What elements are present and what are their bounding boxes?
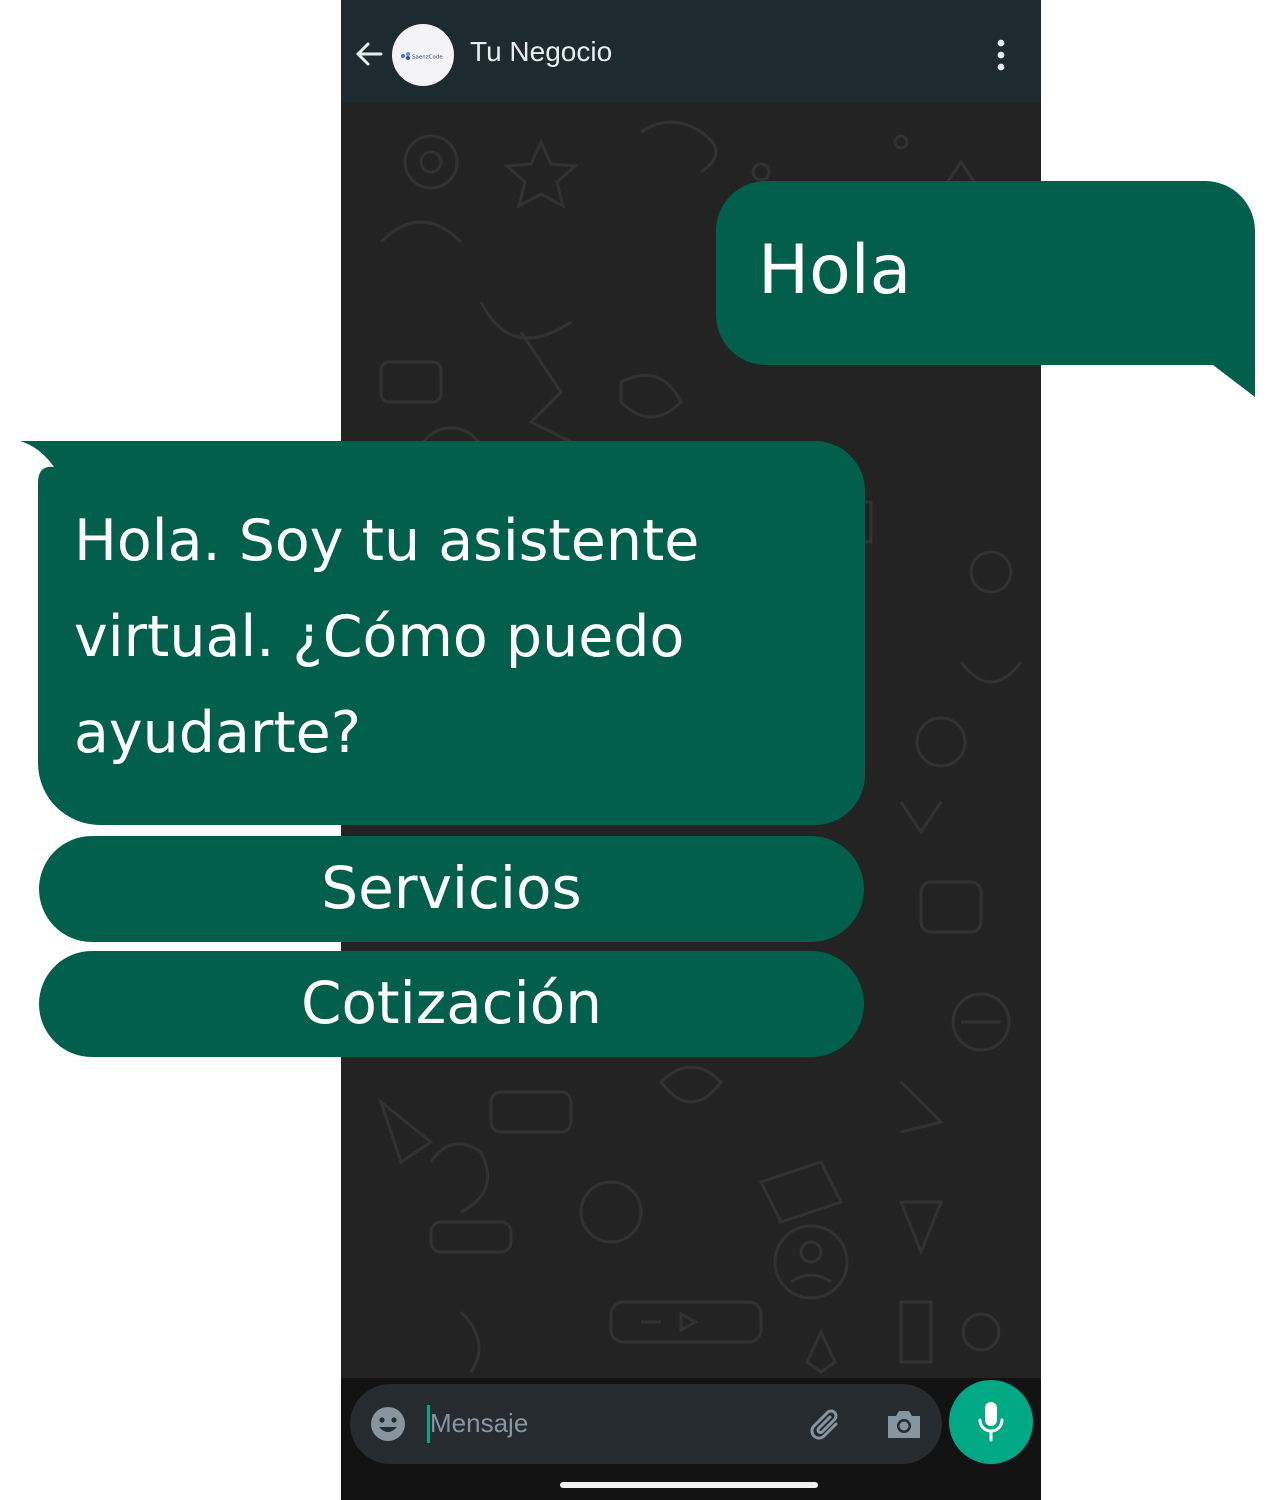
contact-avatar[interactable]: SaenzCode [392, 24, 454, 86]
quick-reply-cotizacion[interactable]: Cotización [39, 951, 864, 1057]
incoming-message-text: Hola. Soy tu asistente virtual. ¿Cómo pu… [74, 508, 700, 766]
home-indicator[interactable] [560, 1482, 818, 1488]
outgoing-message-text: Hola [758, 231, 912, 310]
microphone-icon [978, 1402, 1004, 1442]
incoming-message-bubble: Hola. Soy tu asistente virtual. ¿Cómo pu… [20, 441, 865, 825]
camera-icon[interactable] [884, 1406, 924, 1442]
contact-name[interactable]: Tu Negocio [470, 36, 612, 68]
saenzcode-logo: SaenzCode [401, 52, 443, 61]
emoji-icon[interactable] [369, 1405, 407, 1443]
chat-header: SaenzCode Tu Negocio [341, 0, 1041, 102]
paperclip-icon[interactable] [806, 1404, 846, 1444]
message-input-bar: Mensaje [341, 1378, 1041, 1500]
more-vertical-icon[interactable] [989, 38, 1013, 72]
mic-button[interactable] [949, 1380, 1033, 1464]
svg-text:SaenzCode: SaenzCode [412, 55, 443, 61]
message-placeholder: Mensaje [430, 1408, 529, 1438]
message-input[interactable]: Mensaje [350, 1384, 942, 1464]
quick-reply-servicios[interactable]: Servicios [39, 836, 864, 942]
back-arrow-icon[interactable] [353, 38, 385, 70]
outgoing-message-bubble: Hola [716, 181, 1255, 397]
